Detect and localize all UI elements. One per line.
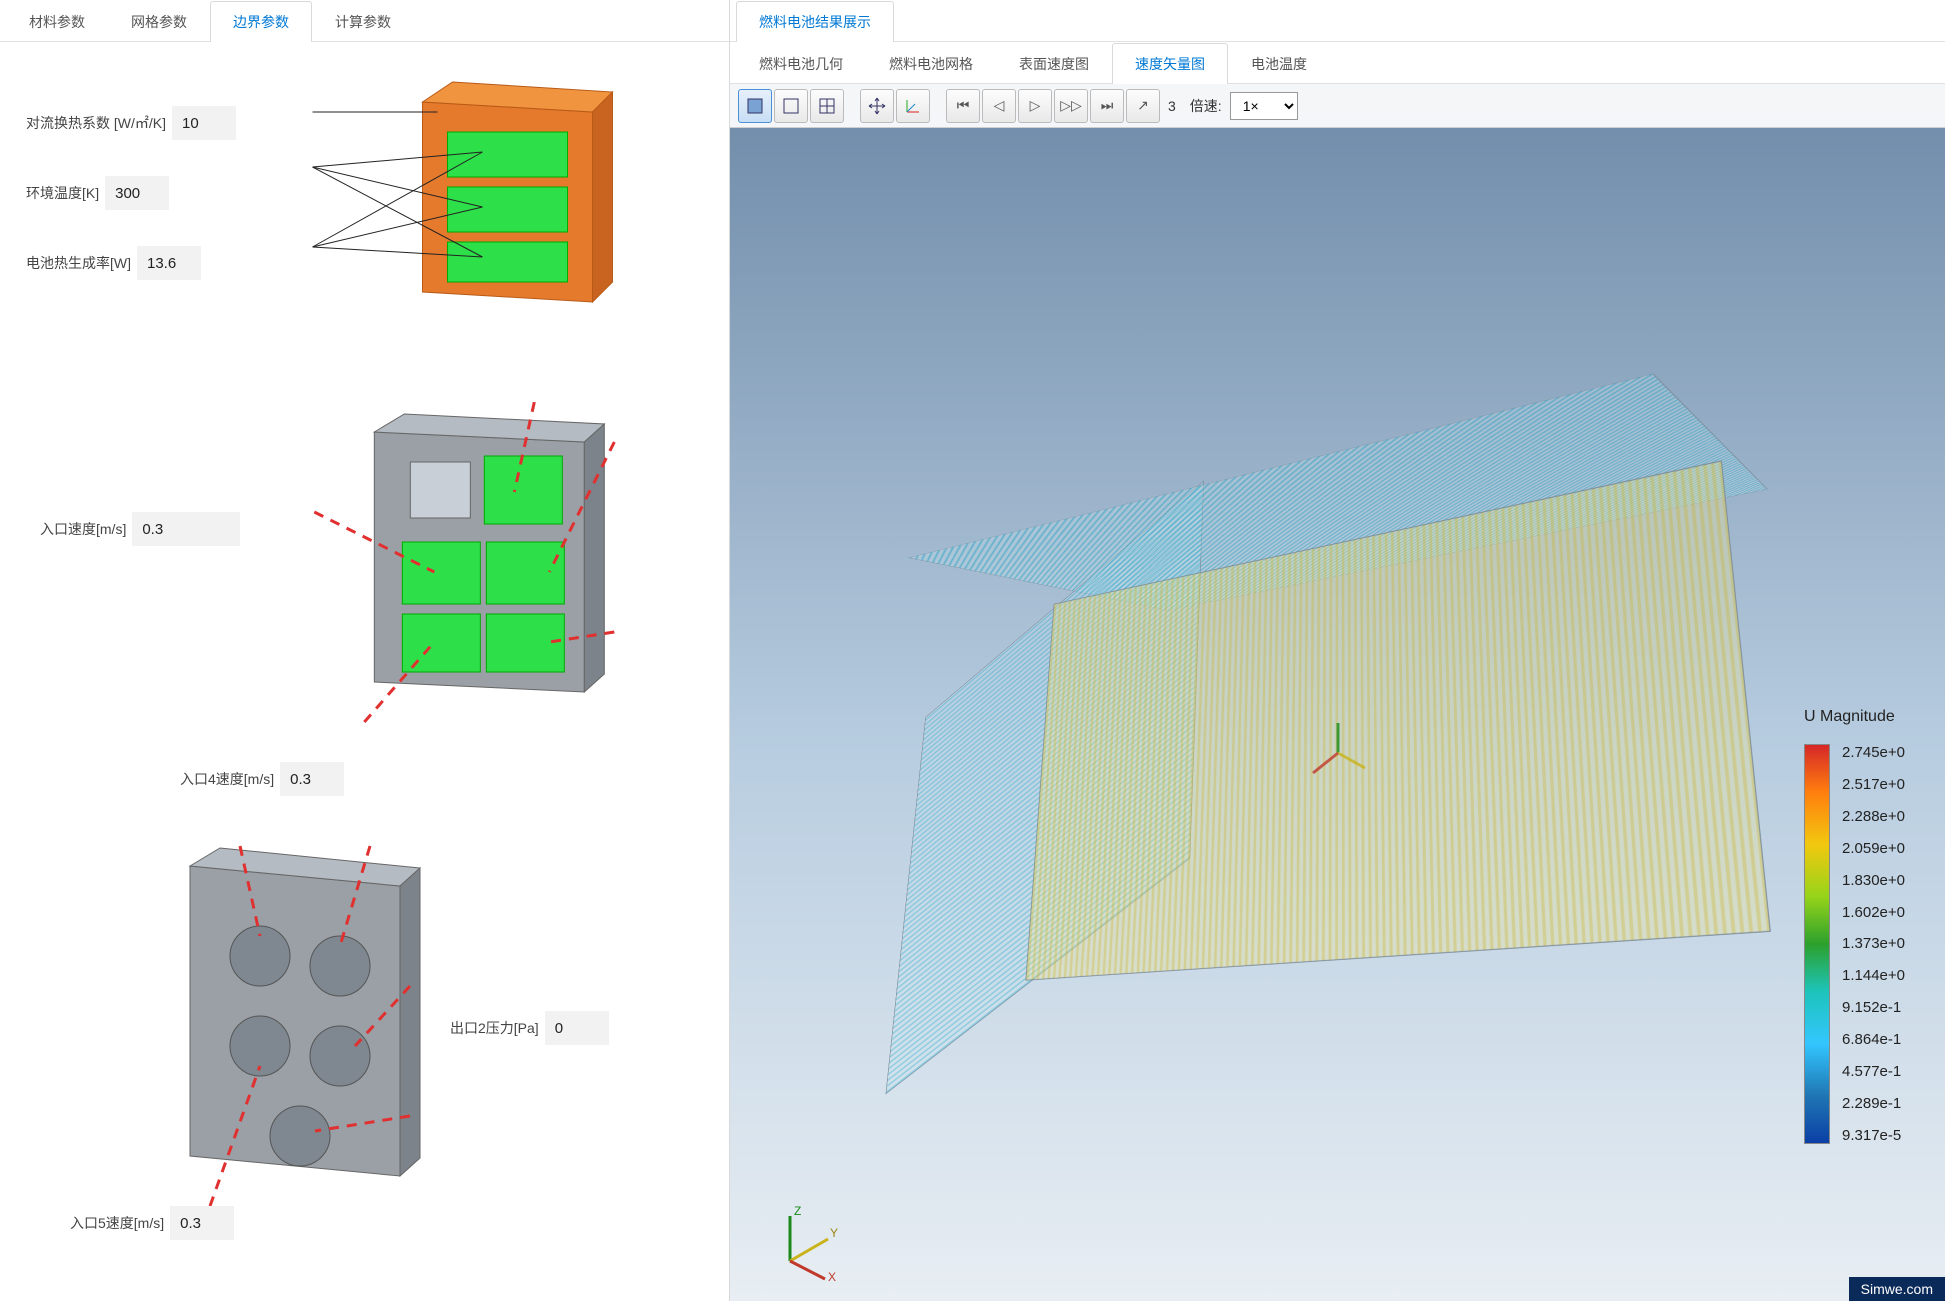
- legend-tick: 1.602e+0: [1842, 904, 1905, 921]
- result-tabs-sub: 燃料电池几何 燃料电池网格 表面速度图 速度矢量图 电池温度: [730, 42, 1945, 84]
- legend-tick: 2.288e+0: [1842, 808, 1905, 825]
- tab-geometry[interactable]: 燃料电池几何: [736, 43, 866, 84]
- play-icon[interactable]: ▷: [1018, 89, 1052, 123]
- legend-tick: 9.152e-1: [1842, 999, 1905, 1016]
- tab-calc[interactable]: 计算参数: [312, 1, 414, 42]
- legend-tick: 4.577e-1: [1842, 1063, 1905, 1080]
- watermark: Simwe.com: [1849, 1277, 1945, 1301]
- tab-material[interactable]: 材料参数: [6, 1, 108, 42]
- move-icon[interactable]: [860, 89, 894, 123]
- first-frame-icon[interactable]: ⏮: [946, 89, 980, 123]
- color-legend: U Magnitude 2.745e+0 2.517e+0 2.288e+0 2…: [1804, 744, 1905, 1144]
- tab-vel-vector[interactable]: 速度矢量图: [1112, 43, 1228, 84]
- speed-select[interactable]: 1×: [1230, 92, 1298, 120]
- legend-tick: 2.745e+0: [1842, 744, 1905, 761]
- tab-meshv[interactable]: 燃料电池网格: [866, 43, 996, 84]
- legend-tick: 1.830e+0: [1842, 872, 1905, 889]
- view-wire-icon[interactable]: [774, 89, 808, 123]
- left-body: 对流换热系数 [W/㎡/K] 环境温度[K] 电池热生成率[W]: [0, 42, 729, 1301]
- inlet4-vel-input[interactable]: [280, 762, 344, 796]
- tab-mesh[interactable]: 网格参数: [108, 1, 210, 42]
- tab-surface-vel[interactable]: 表面速度图: [996, 43, 1112, 84]
- env-temp-label: 环境温度[K]: [26, 183, 99, 203]
- legend-ticks: 2.745e+0 2.517e+0 2.288e+0 2.059e+0 1.83…: [1830, 744, 1905, 1144]
- legend-bar: [1804, 744, 1830, 1144]
- section-3: 出口2压力[Pa] 入口5速度[m/s]: [20, 836, 709, 1276]
- tab-boundary[interactable]: 边界参数: [210, 1, 312, 42]
- outlet2-p-label: 出口2压力[Pa]: [450, 1018, 539, 1038]
- legend-tick: 2.289e-1: [1842, 1095, 1905, 1112]
- inlet5-vel-input[interactable]: [170, 1206, 234, 1240]
- conv-coef-input[interactable]: [172, 106, 236, 140]
- cell-heat-label: 电池热生成率[W]: [26, 253, 131, 273]
- speed-label: 倍速:: [1190, 96, 1222, 116]
- illustration-1: [236, 72, 709, 362]
- legend-tick: 2.517e+0: [1842, 776, 1905, 793]
- section-1: 对流换热系数 [W/㎡/K] 环境温度[K] 电池热生成率[W]: [20, 72, 709, 362]
- svg-text:Y: Y: [830, 1226, 838, 1240]
- view-solid-icon[interactable]: [738, 89, 772, 123]
- outlet2-p-input[interactable]: [545, 1011, 609, 1045]
- axis-icon[interactable]: [896, 89, 930, 123]
- view-grid-icon[interactable]: [810, 89, 844, 123]
- left-panel: 材料参数 网格参数 边界参数 计算参数 对流换热系数 [W/㎡/K] 环境温度[…: [0, 0, 730, 1301]
- result-tabs-top: 燃料电池结果展示: [730, 0, 1945, 42]
- tab-cell-temp[interactable]: 电池温度: [1228, 43, 1330, 84]
- cell-heat-input[interactable]: [137, 246, 201, 280]
- svg-text:Z: Z: [794, 1204, 801, 1218]
- inlet5-vel-label: 入口5速度[m/s]: [70, 1213, 164, 1233]
- tab-fuel-cell-results[interactable]: 燃料电池结果展示: [736, 1, 894, 42]
- conv-coef-label: 对流换热系数 [W/㎡/K]: [26, 113, 166, 133]
- svg-text:X: X: [828, 1270, 836, 1281]
- env-temp-input[interactable]: [105, 176, 169, 210]
- viewer-toolbar: ⏮ ◁ ▷ ▷▷ ⏭ ↗ 3 倍速: 1×: [730, 84, 1945, 128]
- inlet-vel-input[interactable]: [132, 512, 240, 546]
- legend-tick: 6.864e-1: [1842, 1031, 1905, 1048]
- legend-title: U Magnitude: [1804, 708, 1895, 726]
- legend-tick: 1.144e+0: [1842, 967, 1905, 984]
- corner-axis-gizmo: Z Y X: [770, 1201, 850, 1281]
- illustration-3: [150, 836, 470, 1216]
- last-frame-icon[interactable]: ⏭: [1090, 89, 1124, 123]
- export-icon[interactable]: ↗: [1126, 89, 1160, 123]
- legend-tick: 2.059e+0: [1842, 840, 1905, 857]
- legend-tick: 1.373e+0: [1842, 935, 1905, 952]
- vector-plot-render: [935, 196, 1909, 1015]
- section-2: 入口速度[m/s]: [20, 402, 709, 732]
- next-frame-icon[interactable]: ▷▷: [1054, 89, 1088, 123]
- center-axis-gizmo: [1303, 718, 1373, 788]
- prev-frame-icon[interactable]: ◁: [982, 89, 1016, 123]
- legend-tick: 9.317e-5: [1842, 1127, 1905, 1144]
- viewer[interactable]: ⏮ ◁ ▷ ▷▷ ⏭ ↗ 3 倍速: 1× U Magnitude: [730, 84, 1945, 1301]
- left-tabs: 材料参数 网格参数 边界参数 计算参数: [0, 0, 729, 42]
- right-panel: 燃料电池结果展示 燃料电池几何 燃料电池网格 表面速度图 速度矢量图 电池温度 …: [730, 0, 1945, 1301]
- inlet-vel-label: 入口速度[m/s]: [40, 519, 126, 539]
- inlet4-vel-label: 入口4速度[m/s]: [180, 769, 274, 789]
- frame-number: 3: [1168, 98, 1176, 114]
- illustration-2: [240, 402, 709, 732]
